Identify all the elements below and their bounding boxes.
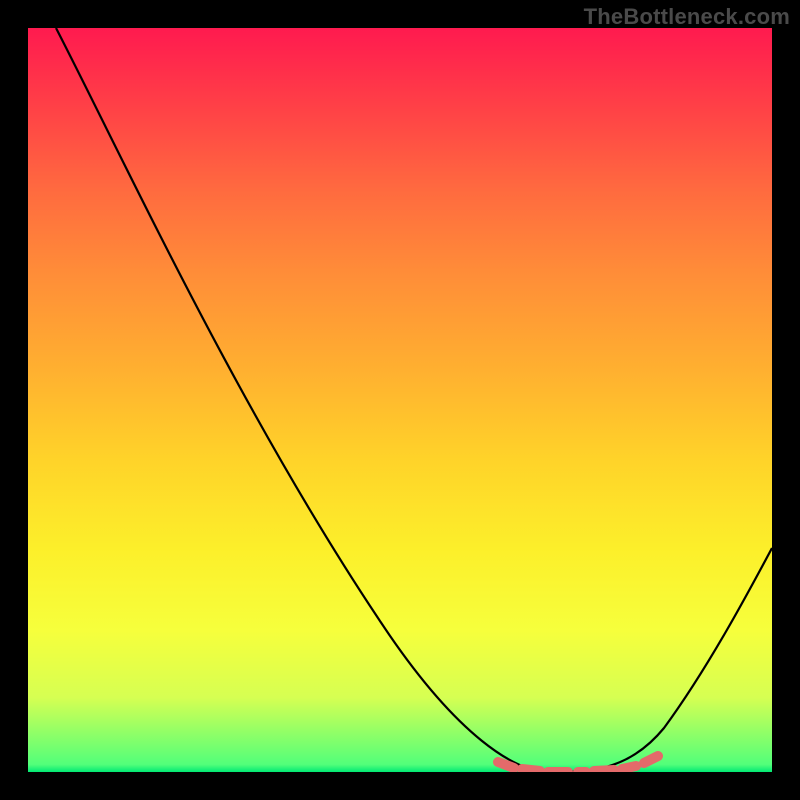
marker-dash [498,762,514,768]
marker-dash [644,756,658,763]
marker-dash [622,766,636,769]
chart-container: TheBottleneck.com [0,0,800,800]
bottleneck-curve [56,28,772,772]
optimal-range-markers [498,756,658,772]
marker-dash [594,770,614,771]
watermark-text: TheBottleneck.com [584,4,790,30]
plot-area [28,28,772,772]
marker-dash [522,769,540,771]
curve-layer [28,28,772,772]
